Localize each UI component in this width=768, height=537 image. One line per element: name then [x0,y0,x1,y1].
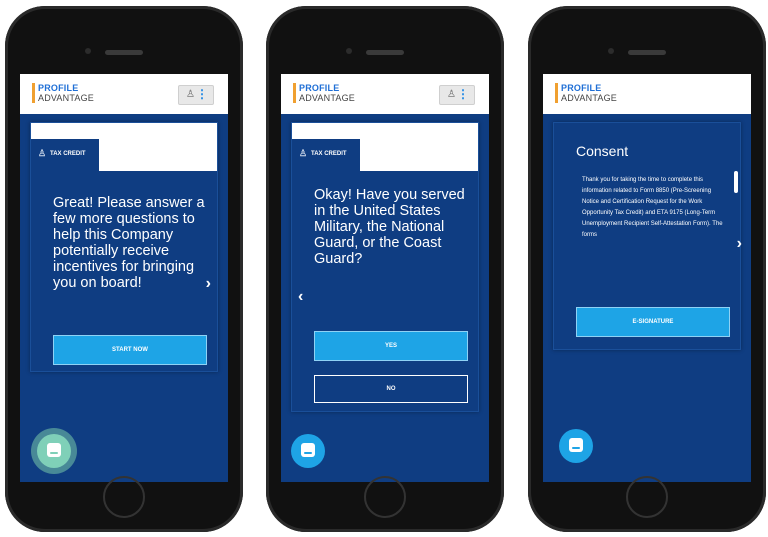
person-icon: ♙ [447,89,456,100]
logo-line-2: ADVANTAGE [299,93,355,103]
logo-line-1: PROFILE [299,83,340,93]
logo-line-1: PROFILE [38,83,79,93]
no-button[interactable]: NO [314,375,468,403]
earpiece-speaker [366,50,404,55]
kebab-menu-icon: ⋮ [457,87,469,101]
screen-3: PROFILE ADVANTAGE Consent Thank you for … [543,74,751,482]
home-button [626,476,668,518]
person-icon: ♙ [186,89,195,100]
chat-bubble-icon [47,443,61,457]
phone-2: PROFILE ADVANTAGE ♙ ⋮ ♙ TAX CREDIT Okay!… [266,6,504,532]
next-chevron-icon[interactable]: › [737,235,742,253]
logo-line-1: PROFILE [561,83,602,93]
screen-2: PROFILE ADVANTAGE ♙ ⋮ ♙ TAX CREDIT Okay!… [281,74,489,482]
question-text: Great! Please answer a few more question… [53,195,205,291]
account-menu-button[interactable]: ♙ ⋮ [178,85,214,105]
app-header: PROFILE ADVANTAGE ♙ ⋮ [281,74,489,114]
chat-button[interactable] [291,434,325,468]
chat-bubble-icon [569,438,583,452]
chat-button[interactable] [559,429,593,463]
tab-label: TAX CREDIT [50,151,86,157]
phone-1: PROFILE ADVANTAGE ♙ ⋮ ♙ TAX CREDIT Great… [5,6,243,532]
prev-chevron-icon[interactable]: ‹ [298,288,303,306]
consent-scrollbar[interactable] [734,171,738,193]
chat-bubble-icon [301,443,315,457]
profile-advantage-logo: PROFILE ADVANTAGE [293,83,355,103]
logo-line-2: ADVANTAGE [38,93,94,103]
yes-button[interactable]: YES [314,331,468,361]
kebab-menu-icon: ⋮ [196,87,208,101]
question-text: Okay! Have you served in the United Stat… [314,187,465,267]
front-camera [85,48,91,54]
question-card: ♙ TAX CREDIT Okay! Have you served in th… [291,122,479,412]
profile-advantage-logo: PROFILE ADVANTAGE [555,83,617,103]
e-signature-button[interactable]: E-SIGNATURE [576,307,730,337]
earpiece-speaker [628,50,666,55]
tab-tax-credit[interactable]: ♙ TAX CREDIT [31,139,99,171]
start-now-button[interactable]: START NOW [53,335,207,365]
screen-1: PROFILE ADVANTAGE ♙ ⋮ ♙ TAX CREDIT Great… [20,74,228,482]
home-button [103,476,145,518]
account-menu-button[interactable]: ♙ ⋮ [439,85,475,105]
consent-body-text[interactable]: Thank you for taking the time to complet… [582,175,728,267]
logo-line-2: ADVANTAGE [561,93,617,103]
chat-button[interactable] [37,434,71,468]
consent-card: Consent Thank you for taking the time to… [553,122,742,350]
front-camera [346,48,352,54]
next-chevron-icon[interactable]: › [206,275,211,293]
person-icon: ♙ [299,148,308,158]
app-header: PROFILE ADVANTAGE [543,74,751,114]
consent-title: Consent [576,143,629,159]
tab-label: TAX CREDIT [311,151,347,157]
phone-3: PROFILE ADVANTAGE Consent Thank you for … [528,6,766,532]
app-header: PROFILE ADVANTAGE ♙ ⋮ [20,74,228,114]
tab-tax-credit[interactable]: ♙ TAX CREDIT [292,139,360,171]
question-card: ♙ TAX CREDIT Great! Please answer a few … [30,122,218,372]
earpiece-speaker [105,50,143,55]
profile-advantage-logo: PROFILE ADVANTAGE [32,83,94,103]
front-camera [608,48,614,54]
home-button [364,476,406,518]
person-icon: ♙ [38,148,47,158]
